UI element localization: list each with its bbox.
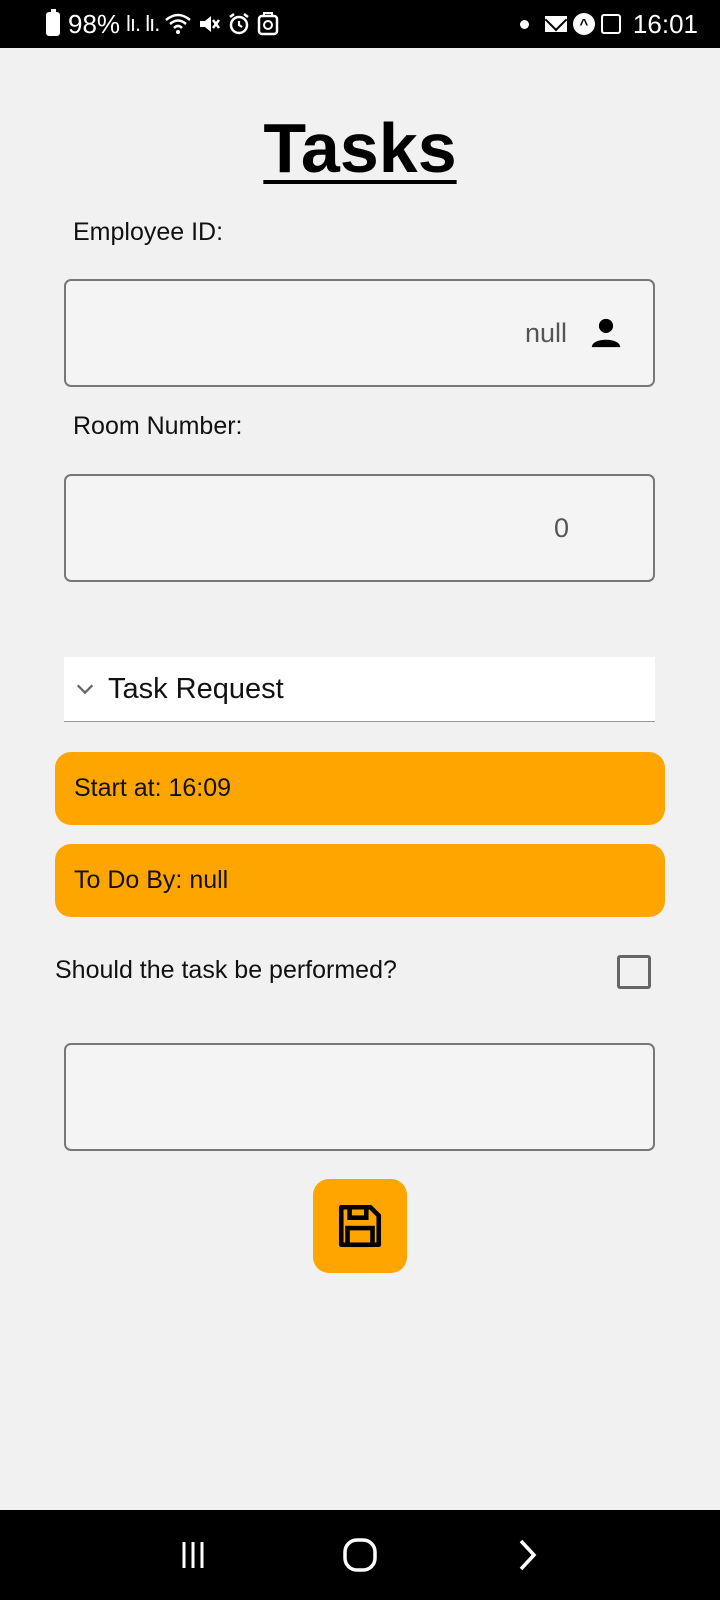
battery-icon	[46, 9, 60, 36]
mail-icon	[544, 16, 567, 32]
task-request-dropdown[interactable]: Task Request	[64, 657, 655, 722]
gallery-icon	[600, 14, 621, 34]
recents-button[interactable]	[163, 1525, 223, 1585]
back-button[interactable]	[497, 1525, 557, 1585]
home-icon	[343, 1538, 377, 1572]
mute-icon	[200, 16, 221, 32]
perform-task-row: Should the task be performed?	[55, 950, 655, 994]
chevron-down-icon	[76, 684, 94, 695]
signal-icon: lı. lı.	[126, 11, 160, 36]
person-icon	[591, 318, 621, 348]
employee-id-value: null	[524, 317, 567, 348]
to-do-by-button[interactable]: To Do By: null	[55, 844, 665, 917]
status-right: ^ 16:01	[519, 8, 698, 40]
notification-dot-icon	[519, 19, 529, 29]
alarm-icon	[229, 13, 250, 35]
page-title: Tasks	[0, 108, 720, 188]
save-icon	[338, 1204, 382, 1248]
perform-task-label: Should the task be performed?	[55, 956, 397, 984]
room-number-value: 0	[553, 512, 569, 543]
task-request-label: Task Request	[108, 672, 284, 705]
status-left: 98% lı. lı.	[46, 9, 279, 40]
page-title-text: Tasks	[263, 109, 457, 187]
system-nav-bar	[0, 1510, 720, 1600]
clock: 16:01	[632, 8, 698, 39]
start-at-button[interactable]: Start at: 16:09	[55, 752, 665, 825]
recents-icon	[182, 1542, 204, 1568]
app-notification-icon: ^	[572, 13, 595, 35]
recycle-app-icon	[258, 12, 279, 36]
save-button[interactable]	[313, 1179, 407, 1273]
room-number-field[interactable]: 0	[64, 474, 655, 582]
status-bar: 98% lı. lı. ^ 16:01	[0, 0, 720, 48]
chevron-right-icon	[519, 1539, 537, 1571]
perform-task-checkbox[interactable]	[617, 955, 651, 989]
notes-field[interactable]	[64, 1043, 655, 1151]
employee-id-label: Employee ID:	[73, 218, 224, 246]
battery-percentage: 98%	[68, 8, 121, 39]
room-number-label: Room Number:	[73, 412, 243, 440]
home-button[interactable]	[330, 1525, 390, 1585]
employee-id-field[interactable]: null	[64, 279, 655, 387]
wifi-icon	[165, 13, 192, 34]
